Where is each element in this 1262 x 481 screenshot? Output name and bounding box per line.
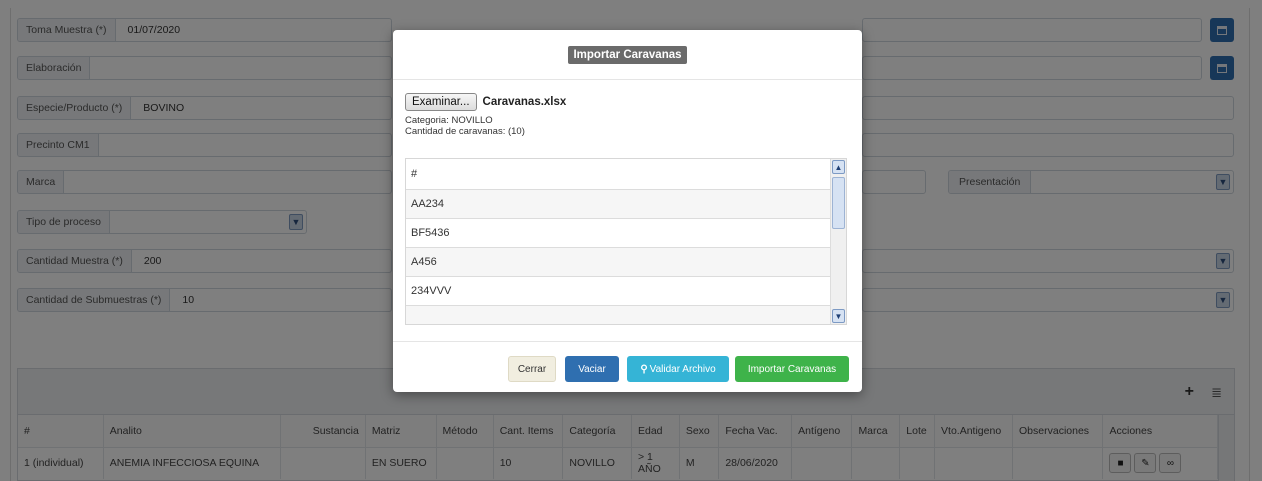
list-item[interactable]: A456	[406, 248, 832, 277]
list-item[interactable]: BF5436	[406, 219, 832, 248]
modal-footer: Cerrar Vaciar ⚲ Validar Archivo Importar …	[393, 341, 862, 392]
clear-button[interactable]: Vaciar	[565, 356, 619, 382]
scroll-down-icon[interactable]: ▼	[832, 309, 845, 323]
file-row: Examinar... Caravanas.xlsx	[405, 93, 849, 111]
browse-button[interactable]: Examinar...	[405, 93, 477, 111]
import-caravanas-button[interactable]: Importar Caravanas	[735, 356, 849, 382]
file-name: Caravanas.xlsx	[482, 96, 567, 108]
search-icon: ⚲	[640, 363, 648, 375]
caravanas-list: # AA234 BF5436 A456 234VVV ▲ ▼	[405, 158, 847, 325]
close-button[interactable]: Cerrar	[508, 356, 556, 382]
modal-title: Importar Caravanas	[568, 45, 687, 64]
list-item[interactable]: 234VVV	[406, 277, 832, 306]
categoria-text: Categoria: NOVILLO	[405, 115, 493, 126]
list-header: #	[406, 159, 832, 190]
cantidad-text: Cantidad de caravanas: (10)	[405, 126, 525, 137]
scroll-up-icon[interactable]: ▲	[832, 160, 845, 174]
list-item[interactable]: AA234	[406, 190, 832, 219]
scroll-thumb[interactable]	[832, 177, 845, 229]
modal-body: Examinar... Caravanas.xlsx Categoria: NO…	[405, 93, 849, 137]
validate-file-button[interactable]: ⚲ Validar Archivo	[627, 356, 729, 382]
list-item-partial[interactable]	[406, 306, 832, 324]
modal-header: Importar Caravanas	[393, 30, 862, 80]
list-scrollbar[interactable]: ▲ ▼	[830, 159, 846, 324]
validate-file-label: Validar Archivo	[649, 363, 716, 375]
import-caravanas-modal: Importar Caravanas Examinar... Caravanas…	[393, 30, 862, 392]
